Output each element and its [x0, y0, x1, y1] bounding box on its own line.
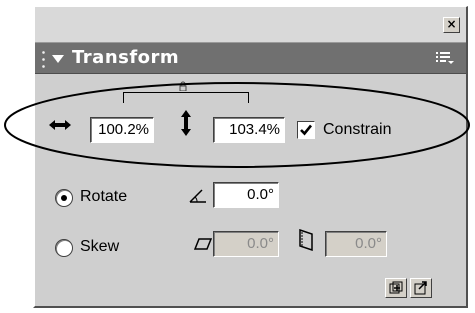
- collapse-arrow-icon[interactable]: [52, 55, 64, 63]
- skew-vertical-icon: [299, 229, 313, 251]
- radio-selected-dot: [61, 195, 67, 201]
- transform-panel: × Transform 100.2% 103.4% Constrain Rota…: [33, 6, 468, 308]
- copy-transform-button[interactable]: [385, 278, 407, 298]
- rotate-label[interactable]: Rotate: [80, 187, 127, 207]
- panel-title: Transform: [72, 47, 180, 68]
- rotate-angle-icon: [189, 189, 206, 203]
- constrain-label[interactable]: Constrain: [323, 120, 391, 140]
- copy-transform-icon: [389, 281, 403, 294]
- drag-grip-icon[interactable]: [42, 49, 45, 68]
- checkmark-icon: [300, 124, 313, 136]
- skew-radio[interactable]: [55, 239, 73, 257]
- rotate-radio[interactable]: [55, 189, 73, 207]
- reset-transform-icon: [414, 281, 427, 295]
- horizontal-arrows-icon: [49, 120, 71, 130]
- close-button[interactable]: ×: [443, 17, 460, 33]
- skew-horizontal-icon: [194, 238, 212, 250]
- lock-icon: [179, 81, 187, 91]
- panel-titlebar[interactable]: ×: [35, 7, 466, 43]
- constrain-checkbox[interactable]: [297, 121, 315, 139]
- panel-options-icon[interactable]: [436, 51, 454, 65]
- panel-header[interactable]: Transform: [35, 43, 466, 74]
- skew-horizontal-field[interactable]: 0.0°: [213, 231, 279, 257]
- reset-transform-button[interactable]: [410, 278, 432, 298]
- rotate-field[interactable]: 0.0°: [213, 182, 279, 208]
- vertical-arrows-icon: [181, 110, 191, 136]
- width-scale-field[interactable]: 100.2%: [90, 117, 154, 143]
- skew-vertical-field[interactable]: 0.0°: [325, 231, 387, 257]
- skew-label[interactable]: Skew: [80, 237, 119, 257]
- constrain-link-bracket: [123, 92, 249, 103]
- height-scale-field[interactable]: 103.4%: [213, 117, 285, 143]
